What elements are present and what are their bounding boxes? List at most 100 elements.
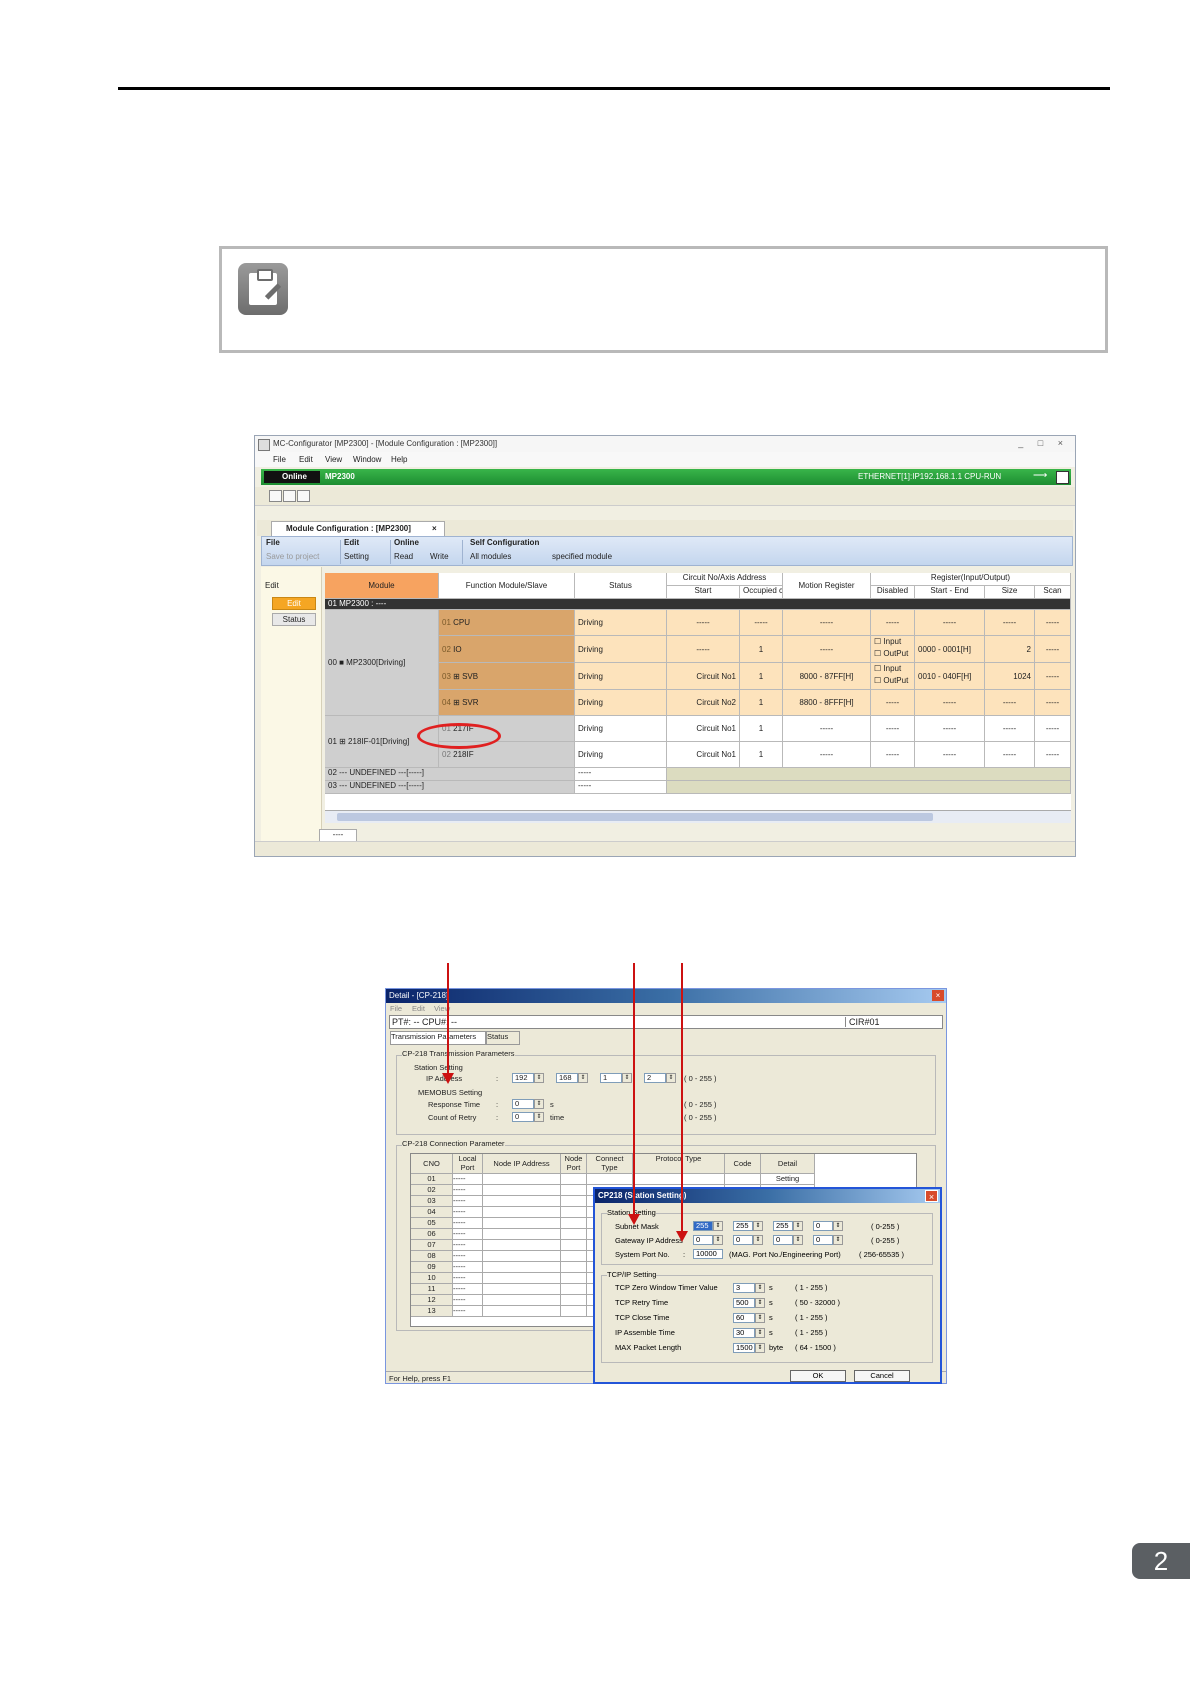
response-time-input[interactable]: 0 [512,1099,534,1109]
tab-transmission-parameters[interactable]: Transmission Parameters [390,1031,486,1045]
node-port-cell[interactable] [561,1273,587,1284]
edit-mode-button[interactable]: Edit [272,597,316,610]
menu-window[interactable]: Window [353,455,381,464]
menu-file[interactable]: File [273,455,286,464]
gateway-spin-2[interactable]: ⇕ [753,1235,763,1245]
subnet-octet-2[interactable]: 255 [733,1221,753,1231]
detail-menu-file[interactable]: File [390,1004,402,1013]
gateway-octet-4[interactable]: 0 [813,1235,833,1245]
horizontal-scrollbar[interactable] [325,810,1071,823]
group-row[interactable]: 01 MP2300 : ---- [325,599,1071,610]
tcp-input[interactable]: 500 [733,1298,755,1308]
node-ip-cell[interactable] [483,1240,561,1251]
ip-octet-2[interactable]: 168 [556,1073,578,1083]
local-port-cell[interactable]: ----- [453,1196,483,1207]
tcp-spin[interactable]: ⇕ [755,1328,765,1338]
local-port-cell[interactable]: ----- [453,1229,483,1240]
local-port-cell[interactable]: ----- [453,1273,483,1284]
response-spin[interactable]: ⇕ [534,1099,544,1109]
cancel-button[interactable]: Cancel [854,1370,910,1382]
subnet-spin-4[interactable]: ⇕ [833,1221,843,1231]
ip-octet-4[interactable]: 2 [644,1073,666,1083]
ok-button[interactable]: OK [790,1370,846,1382]
row-io-disabled[interactable]: ☐ Input ☐ OutPut [871,636,915,663]
local-port-cell[interactable]: ----- [453,1251,483,1262]
node-port-cell[interactable] [561,1218,587,1229]
subnet-spin-1[interactable]: ⇕ [713,1221,723,1231]
tcp-input[interactable]: 3 [733,1283,755,1293]
undefined-row-2[interactable]: 03 --- UNDEFINED ---[-----] [325,781,575,794]
write-button[interactable]: Write [430,552,449,561]
sysport-input[interactable]: 10000 [693,1249,723,1259]
tcp-input[interactable]: 30 [733,1328,755,1338]
node-ip-cell[interactable] [483,1295,561,1306]
node-port-cell[interactable] [561,1295,587,1306]
local-port-cell[interactable]: ----- [453,1218,483,1229]
node-port-cell[interactable] [561,1229,587,1240]
tcp-spin[interactable]: ⇕ [755,1283,765,1293]
node-port-cell[interactable] [561,1196,587,1207]
ip-spin-2[interactable]: ⇕ [578,1073,588,1083]
tcp-spin[interactable]: ⇕ [755,1298,765,1308]
node-ip-cell[interactable] [483,1218,561,1229]
ip-spin-4[interactable]: ⇕ [666,1073,676,1083]
tcp-spin[interactable]: ⇕ [755,1313,765,1323]
local-port-cell[interactable]: ----- [453,1295,483,1306]
subnet-octet-4[interactable]: 0 [813,1221,833,1231]
setting-button[interactable]: Setting [761,1174,815,1185]
menu-help[interactable]: Help [391,455,407,464]
ip-spin-1[interactable]: ⇕ [534,1073,544,1083]
gateway-spin-4[interactable]: ⇕ [833,1235,843,1245]
gateway-spin-3[interactable]: ⇕ [793,1235,803,1245]
local-port-cell[interactable]: ----- [453,1262,483,1273]
tcp-spin[interactable]: ⇕ [755,1343,765,1353]
read-button[interactable]: Read [394,552,413,561]
protocol-type-cell[interactable] [633,1174,725,1185]
tcp-input[interactable]: 60 [733,1313,755,1323]
node-port-cell[interactable] [561,1174,587,1185]
local-port-cell[interactable]: ----- [453,1306,483,1317]
local-port-cell[interactable]: ----- [453,1185,483,1196]
gateway-octet-1[interactable]: 0 [693,1235,713,1245]
logout-icon[interactable] [1056,471,1069,484]
detail-close-button[interactable]: × [932,990,944,1001]
detail-menu-edit[interactable]: Edit [412,1004,425,1013]
ip-octet-3[interactable]: 1 [600,1073,622,1083]
new-icon[interactable] [269,490,282,502]
node-ip-cell[interactable] [483,1185,561,1196]
gateway-spin-1[interactable]: ⇕ [713,1235,723,1245]
row-cpu-function[interactable]: 01 CPU [439,610,575,636]
node-ip-cell[interactable] [483,1229,561,1240]
subnet-spin-2[interactable]: ⇕ [753,1221,763,1231]
node-port-cell[interactable] [561,1185,587,1196]
node-ip-cell[interactable] [483,1207,561,1218]
row-svb-function[interactable]: 03 ⊞ SVB [439,663,575,690]
node-port-cell[interactable] [561,1284,587,1295]
undefined-row-1[interactable]: 02 --- UNDEFINED ---[-----] [325,768,575,781]
retry-input[interactable]: 0 [512,1112,534,1122]
save-to-project-button[interactable]: Save to project [266,552,319,561]
retry-spin[interactable]: ⇕ [534,1112,544,1122]
online-badge[interactable]: Online [264,471,320,483]
local-port-cell[interactable]: ----- [453,1207,483,1218]
setting-button[interactable]: Setting [344,552,369,561]
menu-edit[interactable]: Edit [299,455,313,464]
ip-spin-3[interactable]: ⇕ [622,1073,632,1083]
node-ip-cell[interactable] [483,1284,561,1295]
status-mode-button[interactable]: Status [272,613,316,626]
local-port-cell[interactable]: ----- [453,1240,483,1251]
ip-octet-1[interactable]: 192 [512,1073,534,1083]
node-port-cell[interactable] [561,1251,587,1262]
node-ip-cell[interactable] [483,1196,561,1207]
row-svr-function[interactable]: 04 ⊞ SVR [439,690,575,716]
subnet-octet-1[interactable]: 255 [693,1221,713,1231]
node-port-cell[interactable] [561,1262,587,1273]
subnet-octet-3[interactable]: 255 [773,1221,793,1231]
local-port-cell[interactable]: ----- [453,1284,483,1295]
node-ip-cell[interactable] [483,1251,561,1262]
node-port-cell[interactable] [561,1240,587,1251]
node-port-cell[interactable] [561,1306,587,1317]
gateway-octet-3[interactable]: 0 [773,1235,793,1245]
all-modules-button[interactable]: All modules [470,552,511,561]
tab-status[interactable]: Status [486,1031,520,1045]
